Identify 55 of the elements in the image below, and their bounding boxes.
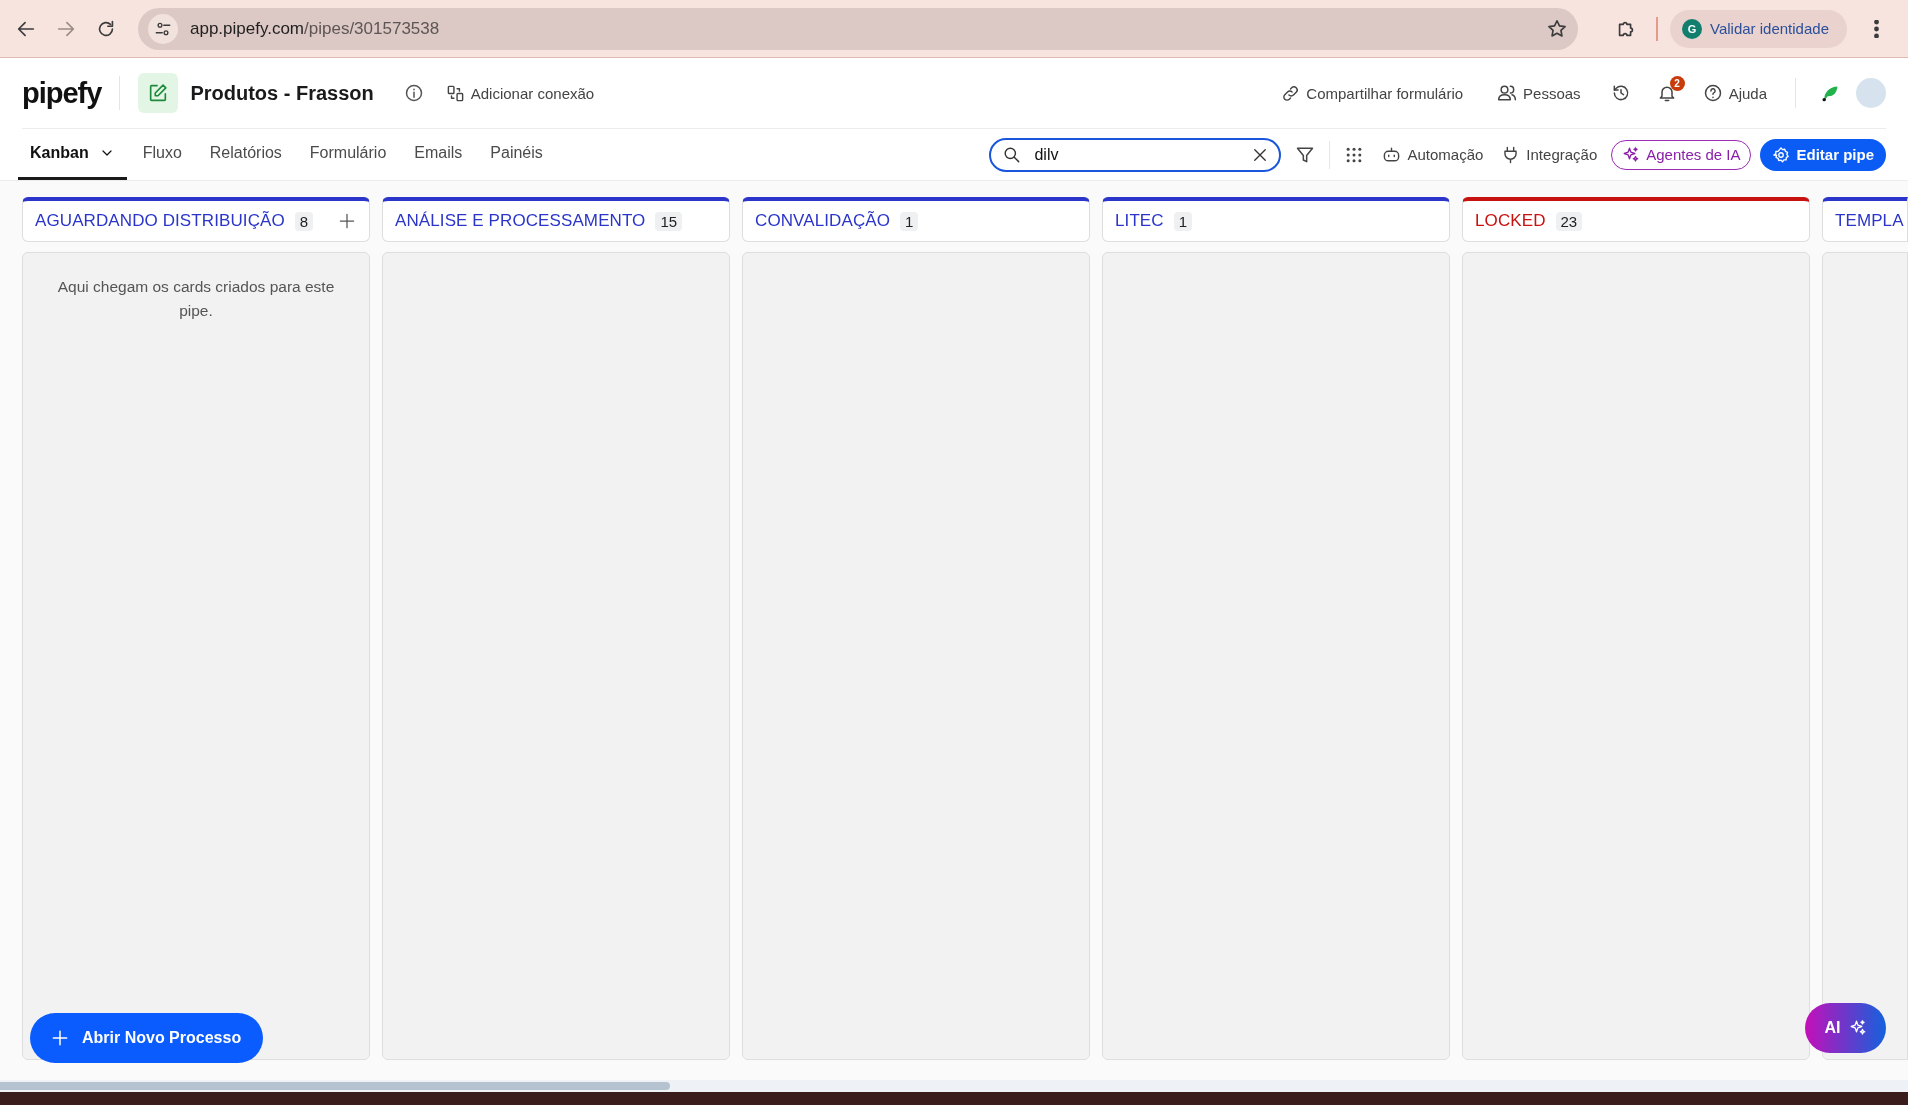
help-button[interactable]: Ajuda — [1702, 83, 1767, 103]
card-count: 1 — [1173, 211, 1193, 231]
phase-title[interactable]: LOCKED — [1475, 211, 1546, 231]
view-tab[interactable]: Formulário — [297, 129, 399, 180]
add-connection-button[interactable]: Adicionar conexão — [445, 83, 595, 103]
edit-pipe-button[interactable]: Editar pipe — [1760, 138, 1886, 171]
link-icon — [1281, 83, 1301, 103]
info-icon — [403, 83, 424, 103]
notification-badge: 2 — [1669, 76, 1685, 91]
url-text: app.pipefy.com/pipes/301573538 — [190, 18, 441, 39]
address-bar[interactable]: app.pipefy.com/pipes/301573538 — [138, 7, 1578, 50]
sparkle-icon — [1848, 1019, 1867, 1037]
ai-assistant-button[interactable]: AI — [1805, 1003, 1886, 1053]
profile-button[interactable]: G Validar identidade — [1670, 9, 1847, 48]
info-button[interactable] — [403, 83, 424, 103]
view-tab[interactable]: Relatórios — [197, 129, 294, 180]
integration-button[interactable]: Integração — [1501, 145, 1598, 164]
phase-title[interactable]: CONVALIDAÇÃO — [755, 211, 891, 231]
add-card-button[interactable] — [337, 211, 357, 231]
card-count: 1 — [900, 211, 919, 231]
view-tab[interactable]: Painéis — [478, 129, 555, 180]
search-icon — [1002, 145, 1022, 164]
pipefy-logo[interactable]: pipefy — [22, 76, 121, 110]
card-count: 15 — [655, 211, 683, 231]
gear-icon — [1772, 145, 1791, 164]
search-field[interactable]: dilv — [989, 137, 1282, 172]
plus-icon — [337, 211, 357, 231]
edit-pipe-icon-button[interactable] — [138, 73, 179, 113]
view-tab[interactable]: Fluxo — [130, 129, 194, 180]
share-form-button[interactable]: Compartilhar formulário — [1281, 83, 1464, 103]
phase-title[interactable]: AGUARDANDO DISTRIBUIÇÃO — [35, 211, 285, 231]
automation-button[interactable]: Automação — [1382, 145, 1484, 164]
help-icon — [1702, 83, 1723, 103]
pipe-title: Produtos - Frasson — [190, 81, 374, 105]
leaf-logo-icon — [1820, 83, 1840, 103]
card-count: 23 — [1555, 211, 1583, 231]
scrollbar-thumb[interactable] — [0, 1082, 670, 1090]
phase-title[interactable]: LITEC — [1115, 211, 1164, 231]
horizontal-scrollbar[interactable] — [0, 1080, 1908, 1092]
people-button[interactable]: Pessoas — [1497, 83, 1581, 103]
view-tab[interactable]: Emails — [402, 129, 475, 180]
robot-icon — [1382, 145, 1402, 164]
connection-icon — [445, 83, 465, 103]
people-icon — [1497, 83, 1518, 103]
plus-icon — [50, 1028, 70, 1048]
star-icon — [1546, 17, 1568, 40]
bookmark-button[interactable] — [1546, 17, 1568, 40]
empty-phase-message: Aqui chegam os cards criados para este pipe. — [56, 277, 336, 321]
phase-title[interactable]: ANÁLISE E PROCESSAMENTO — [395, 211, 646, 231]
card-count: 8 — [294, 211, 314, 231]
site-settings-button[interactable] — [148, 13, 178, 44]
kebab-menu-icon — [1874, 19, 1880, 38]
sparkle-icon — [1622, 145, 1641, 164]
new-process-button[interactable]: Abrir Novo Processo — [30, 1013, 264, 1063]
phase-title[interactable]: TEMPLA — [1835, 211, 1904, 231]
